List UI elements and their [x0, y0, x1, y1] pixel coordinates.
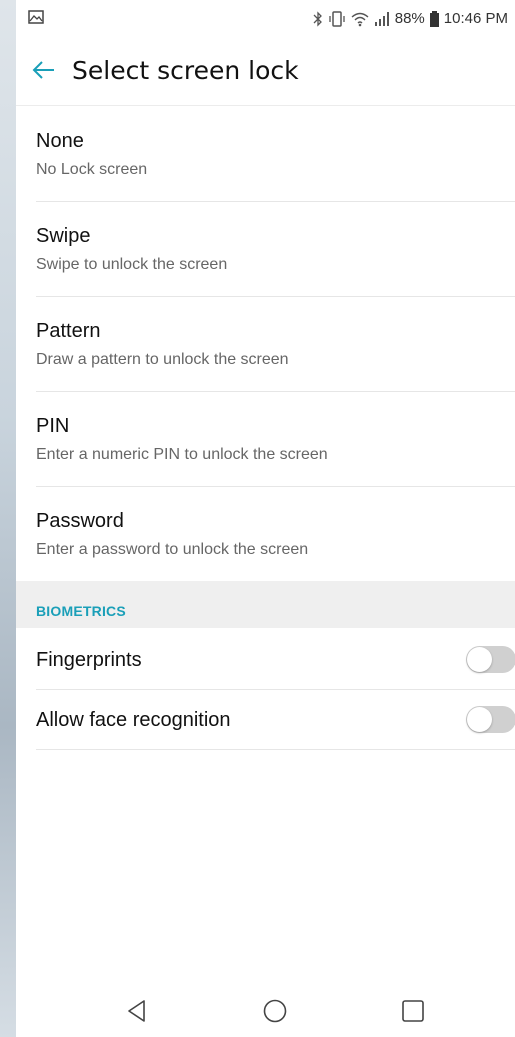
fingerprints-toggle[interactable]	[466, 646, 515, 673]
face-recognition-label: Allow face recognition	[36, 709, 231, 731]
option-title: PIN	[36, 415, 70, 437]
screen: 88% 10:46 PM Select screen lock None No …	[16, 0, 515, 1037]
option-title: None	[36, 130, 84, 152]
option-pin[interactable]: PIN Enter a numeric PIN to unlock the sc…	[36, 391, 515, 487]
back-arrow-icon[interactable]	[30, 56, 58, 84]
nav-recents-icon[interactable]	[399, 997, 427, 1025]
option-subtitle: No Lock screen	[36, 161, 148, 178]
section-title: BIOMETRICS	[36, 603, 126, 619]
option-title: Swipe	[36, 225, 91, 247]
status-icons: 88% 10:46 PM	[313, 10, 508, 27]
option-pattern[interactable]: Pattern Draw a pattern to unlock the scr…	[36, 296, 515, 392]
option-subtitle: Enter a password to unlock the screen	[36, 541, 309, 558]
navigation-bar	[16, 985, 515, 1037]
battery-icon	[429, 10, 439, 27]
option-title: Pattern	[36, 320, 101, 342]
option-subtitle: Swipe to unlock the screen	[36, 256, 228, 273]
option-subtitle: Enter a numeric PIN to unlock the screen	[36, 446, 328, 463]
toggle-knob	[467, 707, 492, 732]
vibrate-icon	[328, 10, 346, 27]
fingerprints-label: Fingerprints	[36, 649, 142, 671]
nav-home-icon[interactable]	[261, 997, 289, 1025]
option-none[interactable]: None No Lock screen	[36, 106, 515, 202]
status-bar: 88% 10:46 PM	[16, 0, 515, 38]
option-subtitle: Draw a pattern to unlock the screen	[36, 351, 289, 368]
face-recognition-row[interactable]: Allow face recognition	[36, 689, 515, 750]
option-title: Password	[36, 510, 124, 532]
wallpaper-strip	[0, 0, 16, 1037]
signal-icon	[374, 11, 390, 27]
nav-back-icon[interactable]	[124, 997, 152, 1025]
option-swipe[interactable]: Swipe Swipe to unlock the screen	[36, 201, 515, 297]
clock: 10:46 PM	[443, 10, 508, 27]
battery-percent: 88%	[394, 10, 425, 27]
app-bar: Select screen lock	[16, 38, 515, 106]
face-recognition-toggle[interactable]	[466, 706, 515, 733]
wifi-icon	[351, 11, 369, 27]
toggle-knob	[467, 647, 492, 672]
image-notification-icon	[28, 10, 44, 24]
option-password[interactable]: Password Enter a password to unlock the …	[36, 486, 515, 581]
biometrics-section-header: BIOMETRICS	[16, 581, 515, 628]
bluetooth-icon	[313, 10, 323, 27]
page-title: Select screen lock	[72, 56, 299, 85]
fingerprints-row[interactable]: Fingerprints	[36, 629, 515, 690]
